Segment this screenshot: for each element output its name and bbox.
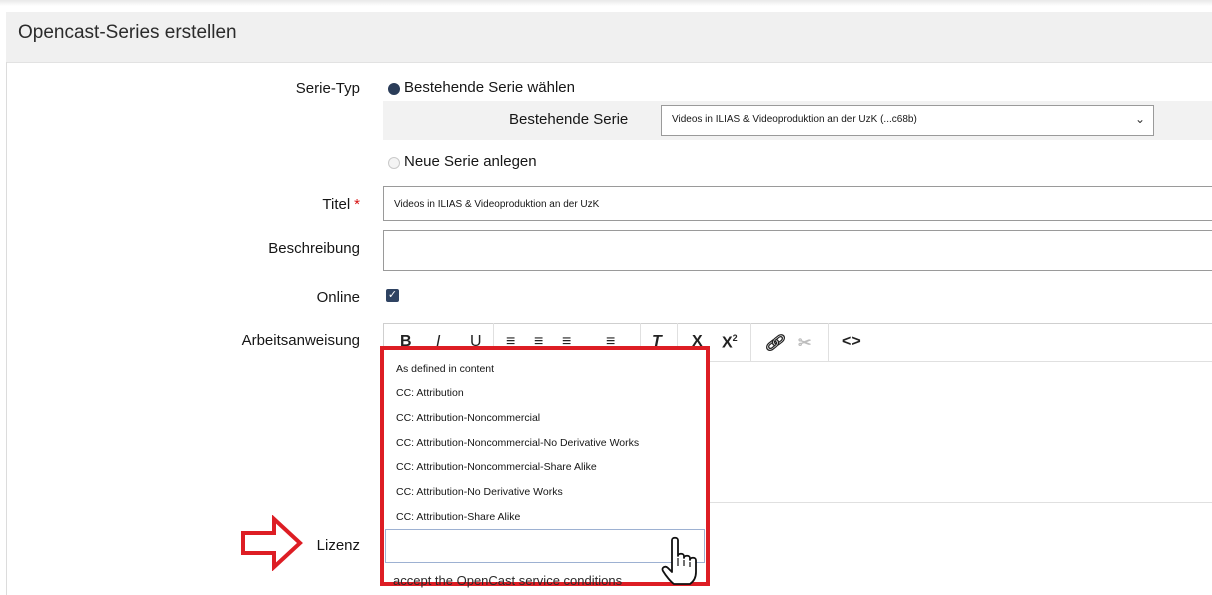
license-option[interactable]: CC: Attribution-Noncommercial-No Derivat… xyxy=(396,437,639,449)
license-option[interactable]: As defined in content xyxy=(396,363,494,375)
top-shadow xyxy=(0,0,1212,6)
link-icon[interactable]: 🔗︎ xyxy=(764,333,784,353)
chevron-down-icon: ⌄ xyxy=(1134,112,1145,126)
radio-new-series-label[interactable]: Neue Serie anlegen xyxy=(404,153,537,170)
online-label: Online xyxy=(316,289,360,306)
superscript-icon[interactable]: X2 xyxy=(722,333,738,352)
toolbar-separator xyxy=(828,323,829,361)
panel-left-border xyxy=(6,62,7,595)
service-conditions-text: accept the OpenCast service conditions xyxy=(393,573,623,588)
license-option[interactable]: CC: Attribution-Share Alike xyxy=(396,511,520,523)
arbeitsanweisung-label: Arbeitsanweisung xyxy=(241,332,360,349)
required-mark: * xyxy=(354,196,360,213)
editor-bottom-border xyxy=(705,502,1212,503)
toolbar-separator xyxy=(750,323,751,361)
license-option[interactable]: CC: Attribution-Noncommercial xyxy=(396,412,540,424)
panel-header: Opencast-Series erstellen xyxy=(6,12,1212,63)
license-option[interactable]: CC: Attribution xyxy=(396,387,464,399)
hand-cursor-icon xyxy=(661,536,697,585)
source-code-icon[interactable]: <> xyxy=(842,333,861,351)
titel-value: Videos in ILIAS & Videoproduktion an der… xyxy=(394,199,600,210)
red-arrow-icon xyxy=(241,515,303,571)
existing-series-value: Videos in ILIAS & Videoproduktion an der… xyxy=(672,114,917,125)
existing-series-label: Bestehende Serie xyxy=(509,111,629,128)
lizenz-label: Lizenz xyxy=(316,537,360,554)
serie-typ-label: Serie-Typ xyxy=(295,80,360,97)
license-option[interactable]: CC: Attribution-No Derivative Works xyxy=(396,486,563,498)
page-title: Opencast-Series erstellen xyxy=(18,22,237,43)
unlink-icon[interactable]: ✂︎ xyxy=(798,333,811,353)
page: Opencast-Series erstellen Serie-Typ Best… xyxy=(0,0,1212,595)
titel-label-text: Titel xyxy=(322,196,351,213)
existing-series-select[interactable]: Videos in ILIAS & Videoproduktion an der… xyxy=(661,105,1154,136)
radio-existing-series-label[interactable]: Bestehende Serie wählen xyxy=(404,79,575,96)
radio-existing-series[interactable] xyxy=(388,83,400,95)
titel-input[interactable]: Videos in ILIAS & Videoproduktion an der… xyxy=(383,186,1212,221)
radio-new-series[interactable] xyxy=(388,157,400,169)
beschreibung-label: Beschreibung xyxy=(268,240,360,257)
online-checkbox[interactable]: ✓ xyxy=(386,289,399,302)
beschreibung-textarea[interactable] xyxy=(383,230,1212,271)
license-option[interactable]: CC: Attribution-Noncommercial-Share Alik… xyxy=(396,461,597,473)
titel-label: Titel * xyxy=(322,196,360,213)
